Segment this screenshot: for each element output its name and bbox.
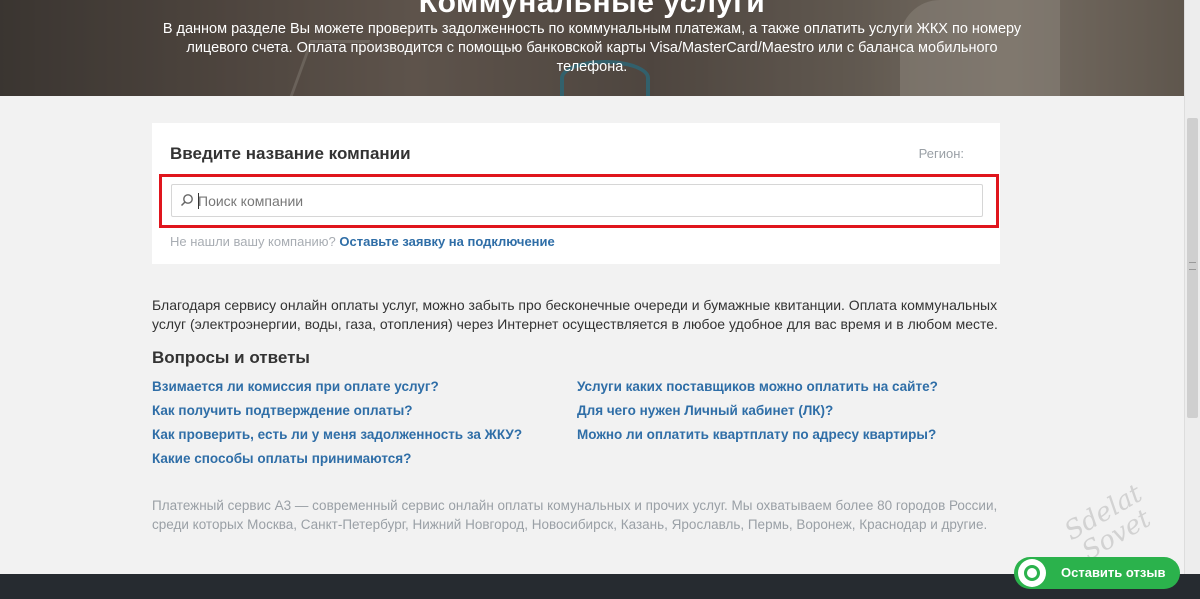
search-icon: [180, 194, 193, 207]
faq-link-providers[interactable]: Услуги каких поставщиков можно оплатить …: [577, 379, 938, 403]
faq-link-personal-account[interactable]: Для чего нужен Личный кабинет (ЛК)?: [577, 403, 938, 427]
faq-link-debt-check[interactable]: Как проверить, есть ли у меня задолженно…: [152, 427, 522, 451]
hero-heading: Коммунальные услуги: [418, 0, 766, 19]
company-search-field[interactable]: [171, 184, 983, 217]
feedback-label: Оставить отзыв: [1061, 565, 1166, 580]
scrollbar-grip-icon: [1189, 262, 1196, 270]
region-selector[interactable]: Регион:: [919, 146, 964, 161]
search-card-title: Введите название компании: [170, 144, 411, 163]
faq-title: Вопросы и ответы: [152, 348, 310, 367]
hero-intro-text: В данном разделе Вы можете проверить зад…: [162, 21, 1022, 75]
faq-list-right: Услуги каких поставщиков можно оплатить …: [577, 379, 938, 451]
company-search-card: Введите название компании Регион: Не наш…: [152, 123, 1000, 264]
hero-banner: Коммунальные услуги В данном разделе Вы …: [0, 0, 1184, 96]
company-search-input[interactable]: [198, 185, 978, 216]
service-description: Благодаря сервису онлайн оплаты услуг, м…: [152, 297, 998, 332]
connect-request-link[interactable]: Оставьте заявку на подключение: [339, 234, 554, 249]
service-footer-note: Платежный сервис А3 — современный сервис…: [152, 498, 998, 532]
faq-link-commission[interactable]: Взимается ли комиссия при оплате услуг?: [152, 379, 522, 403]
page-scrollbar[interactable]: [1184, 0, 1200, 574]
chat-bubble-icon: [1018, 559, 1046, 587]
faq-link-payment-methods[interactable]: Какие способы оплаты принимаются?: [152, 451, 522, 475]
hint-text: Не нашли вашу компанию?: [170, 234, 336, 249]
text-cursor: [198, 193, 199, 209]
faq-link-pay-by-address[interactable]: Можно ли оплатить квартплату по адресу к…: [577, 427, 938, 451]
leave-feedback-button[interactable]: Оставить отзыв: [1014, 557, 1180, 589]
watermark-logo: Sdelat Sovet: [1059, 478, 1157, 567]
faq-link-confirmation[interactable]: Как получить подтверждение оплаты?: [152, 403, 522, 427]
connect-hint: Не нашли вашу компанию? Оставьте заявку …: [170, 234, 555, 249]
faq-list-left: Взимается ли комиссия при оплате услуг? …: [152, 379, 522, 475]
